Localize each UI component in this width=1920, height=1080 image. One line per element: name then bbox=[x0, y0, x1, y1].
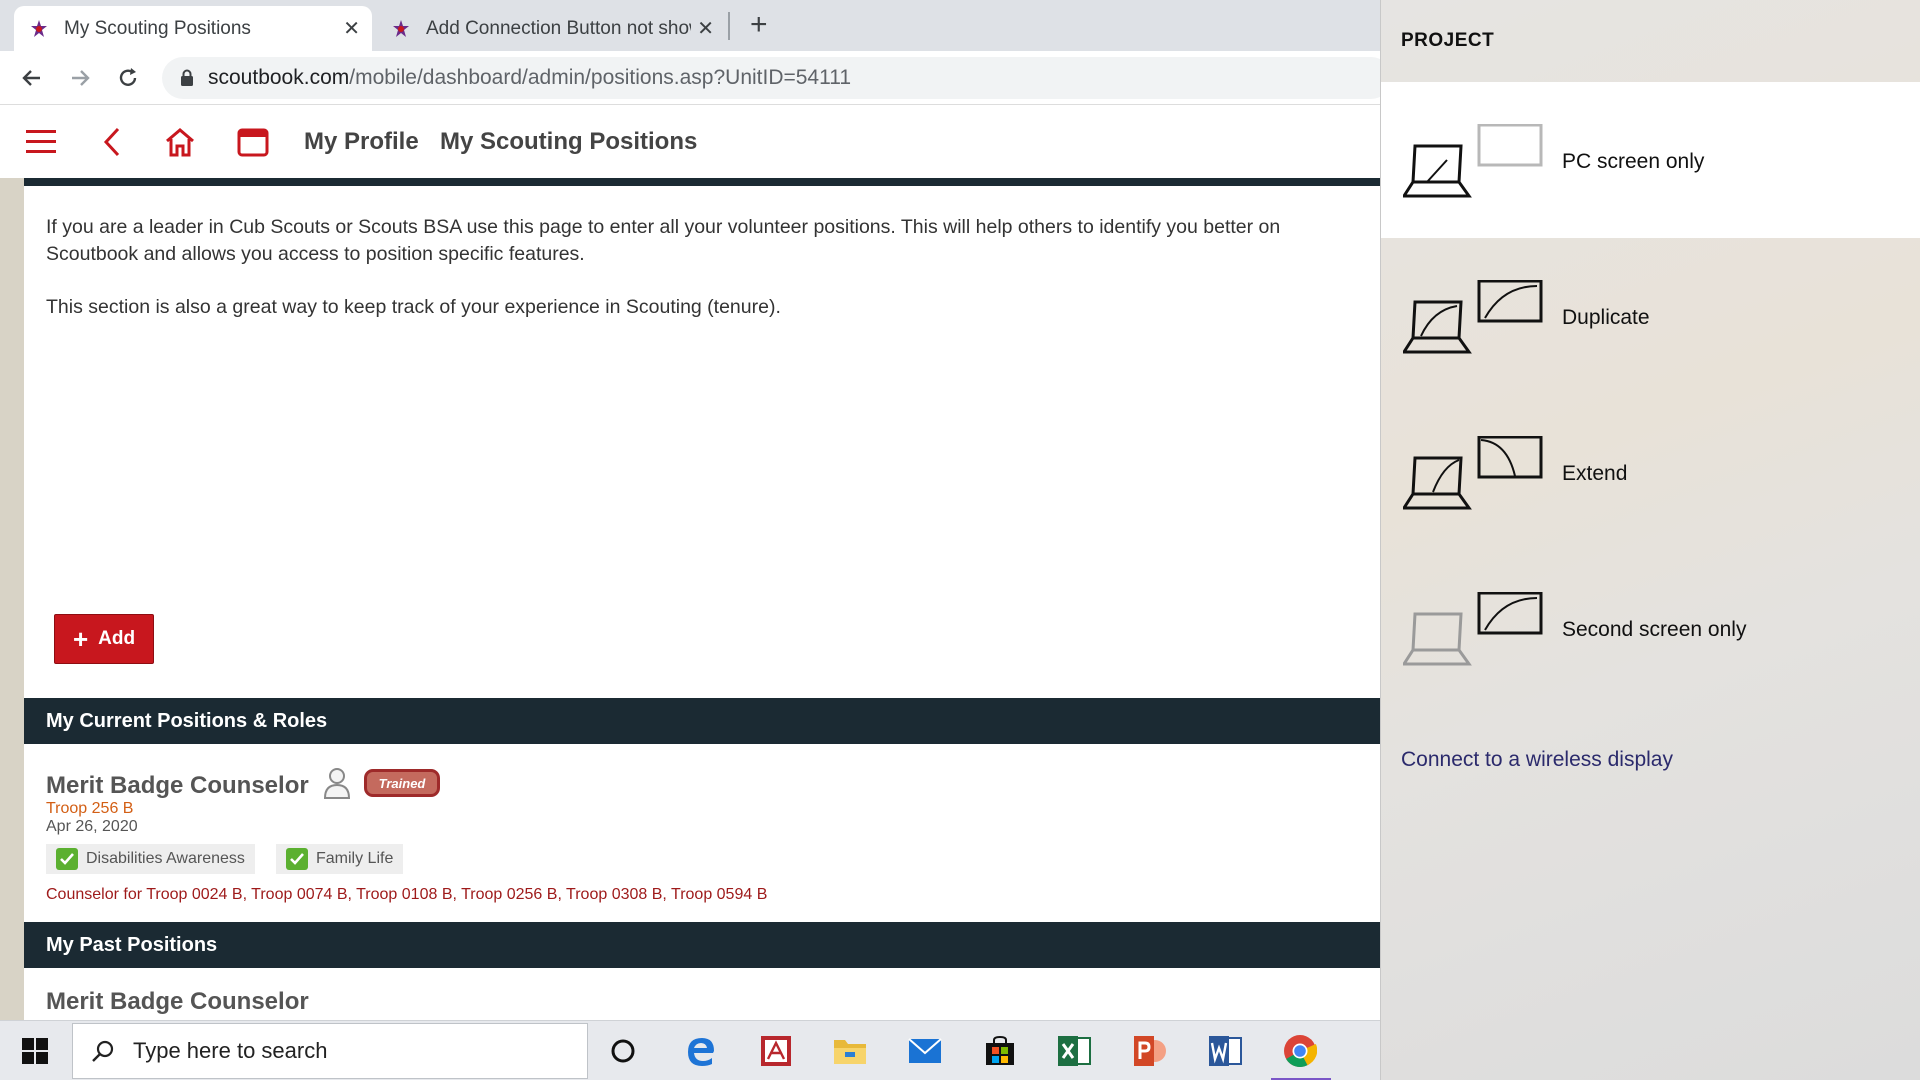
word-icon[interactable] bbox=[1205, 1031, 1245, 1071]
lock-icon bbox=[181, 69, 193, 86]
training-chip: Disabilities Awareness bbox=[46, 844, 255, 874]
url-path: /mobile/dashboard/admin/positions.asp?Un… bbox=[349, 66, 852, 89]
browser-tab-strip: My Scouting Positions ✕ Add Connection B… bbox=[0, 0, 1380, 51]
extend-icon bbox=[1403, 436, 1543, 510]
project-option-second-screen-only[interactable]: Second screen only bbox=[1381, 550, 1920, 706]
tab-title: Add Connection Button not show bbox=[426, 17, 691, 39]
store-icon[interactable] bbox=[980, 1031, 1020, 1071]
checkmark-icon bbox=[56, 848, 78, 870]
excel-icon[interactable] bbox=[1054, 1031, 1094, 1071]
project-panel: PROJECT PC screen only Duplicate Extend bbox=[1380, 0, 1920, 1080]
powerpoint-icon[interactable] bbox=[1130, 1031, 1170, 1071]
search-placeholder: Type here to search bbox=[133, 1038, 328, 1063]
past-positions-header: My Past Positions bbox=[24, 922, 1380, 968]
person-icon bbox=[323, 768, 351, 799]
bsa-favicon-icon bbox=[393, 19, 409, 37]
forward-icon[interactable] bbox=[62, 60, 98, 96]
option-label: PC screen only bbox=[1562, 150, 1705, 173]
duplicate-icon bbox=[1403, 280, 1543, 354]
training-chip: Family Life bbox=[276, 844, 404, 874]
cortana-icon[interactable] bbox=[603, 1031, 643, 1071]
hamburger-menu-icon[interactable] bbox=[22, 122, 62, 162]
search-icon bbox=[92, 1040, 114, 1062]
past-position-title[interactable]: Merit Badge Counselor bbox=[46, 988, 309, 1016]
my-profile-link[interactable]: My Profile bbox=[304, 128, 419, 156]
header-divider bbox=[24, 178, 1380, 186]
second-screen-only-icon bbox=[1403, 592, 1543, 666]
tab-title: My Scouting Positions bbox=[64, 17, 251, 39]
intro-paragraph: If you are a leader in Cub Scouts or Sco… bbox=[46, 216, 1281, 265]
position-date: Apr 26, 2020 bbox=[46, 818, 138, 835]
url-host: scoutbook.com bbox=[208, 66, 350, 89]
intro-paragraph: This section is also a great way to keep… bbox=[46, 296, 781, 318]
tab-add-connection[interactable]: Add Connection Button not show ✕ bbox=[376, 6, 726, 51]
option-label: Second screen only bbox=[1562, 618, 1747, 641]
add-button-label: Add bbox=[98, 628, 136, 649]
plus-icon: + bbox=[72, 624, 89, 654]
acrobat-icon[interactable] bbox=[756, 1031, 796, 1071]
my-scouting-positions-link[interactable]: My Scouting Positions bbox=[440, 128, 697, 156]
file-explorer-icon[interactable] bbox=[830, 1031, 870, 1071]
app-header: My Profile My Scouting Positions bbox=[0, 106, 1380, 178]
taskbar: Type here to search bbox=[0, 1020, 1380, 1080]
taskbar-search-box[interactable]: Type here to search bbox=[72, 1023, 588, 1079]
counselor-for-text: Counselor for Troop 0024 B, Troop 0074 B… bbox=[46, 886, 768, 903]
address-bar[interactable]: scoutbook.com/mobile/dashboard/admin/pos… bbox=[162, 57, 1392, 99]
position-unit[interactable]: Troop 256 B bbox=[46, 800, 133, 818]
browser-toolbar: scoutbook.com/mobile/dashboard/admin/pos… bbox=[0, 51, 1392, 105]
checkmark-icon bbox=[286, 848, 308, 870]
left-gutter bbox=[0, 178, 24, 1020]
tab-my-scouting-positions[interactable]: My Scouting Positions ✕ bbox=[14, 6, 372, 51]
mail-icon[interactable] bbox=[905, 1031, 945, 1071]
project-option-duplicate[interactable]: Duplicate bbox=[1381, 238, 1920, 394]
tab-close-icon[interactable]: ✕ bbox=[697, 16, 714, 41]
add-position-button[interactable]: + Add bbox=[54, 614, 154, 664]
tab-close-icon[interactable]: ✕ bbox=[343, 16, 360, 41]
windows-start-icon[interactable] bbox=[0, 1021, 70, 1080]
back-chevron-icon[interactable] bbox=[92, 122, 132, 162]
position-title[interactable]: Merit Badge Counselor bbox=[46, 772, 309, 800]
project-option-extend[interactable]: Extend bbox=[1381, 394, 1920, 550]
pc-screen-only-icon bbox=[1403, 124, 1543, 198]
page-content: My Profile My Scouting Positions If you … bbox=[0, 106, 1380, 1020]
calendar-icon[interactable] bbox=[233, 122, 273, 162]
current-positions-header: My Current Positions & Roles bbox=[24, 698, 1380, 744]
option-label: Extend bbox=[1562, 462, 1628, 485]
back-icon[interactable] bbox=[14, 60, 50, 96]
project-option-pc-screen-only[interactable]: PC screen only bbox=[1381, 82, 1920, 238]
reload-icon[interactable] bbox=[110, 60, 146, 96]
chrome-icon[interactable] bbox=[1280, 1031, 1320, 1071]
option-label: Duplicate bbox=[1562, 306, 1650, 329]
bsa-favicon-icon bbox=[31, 19, 47, 37]
connect-wireless-display-link[interactable]: Connect to a wireless display bbox=[1401, 748, 1673, 772]
project-panel-title: PROJECT bbox=[1401, 30, 1495, 51]
tab-separator bbox=[728, 12, 730, 40]
intro-text: If you are a leader in Cub Scouts or Sco… bbox=[46, 214, 1376, 347]
edge-icon[interactable] bbox=[681, 1031, 721, 1071]
home-icon[interactable] bbox=[160, 122, 200, 162]
trained-badge: Trained bbox=[364, 769, 440, 797]
new-tab-icon[interactable]: + bbox=[750, 8, 768, 42]
